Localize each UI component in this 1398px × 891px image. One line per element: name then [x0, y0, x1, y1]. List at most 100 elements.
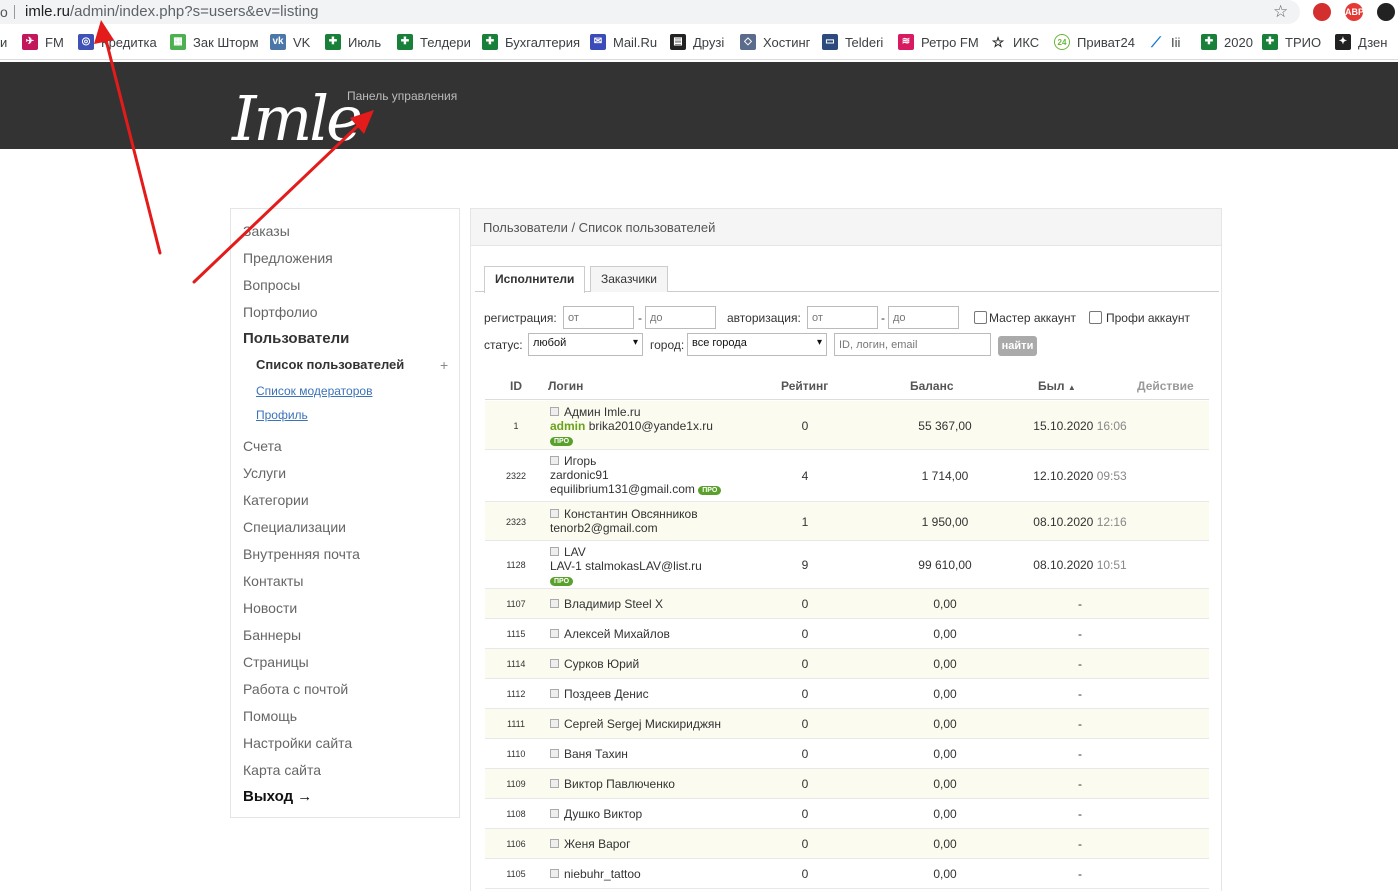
bookmark-16[interactable]: ✚ 2020	[1201, 34, 1253, 50]
table-row[interactable]: 1128 LAV LAV-1 stalmokasLAV@list.ru ПРО 9 99 …	[485, 541, 1209, 589]
user-login[interactable]: zardonic91	[550, 468, 609, 482]
profi-account-label[interactable]: Профи аккаунт	[1106, 311, 1190, 325]
column-rating[interactable]: Рейтинг	[781, 379, 828, 393]
bookmark-9[interactable]: ▤ Друзі	[670, 34, 724, 50]
sidebar-item-bills[interactable]: Счета	[243, 438, 282, 454]
city-select[interactable]: все города ▾	[687, 333, 827, 356]
user-name[interactable]: Алексей Михайлов	[564, 627, 670, 641]
sidebar-item-help[interactable]: Помощь	[243, 708, 297, 724]
table-row[interactable]: 1111 Сергей Sergej Мискириджян 0 0,00 -	[485, 709, 1209, 739]
user-login[interactable]: admin	[550, 419, 585, 433]
sidebar-subitem-profile[interactable]: Профиль	[256, 408, 308, 422]
user-name[interactable]: LAV	[564, 545, 586, 559]
extension-icon[interactable]	[1377, 3, 1395, 21]
user-name[interactable]: Виктор Павлюченко	[564, 777, 675, 791]
user-name[interactable]: Константин Овсянников	[564, 507, 698, 521]
sidebar-item-contacts[interactable]: Контакты	[243, 573, 303, 589]
column-login[interactable]: Логин	[548, 379, 583, 393]
master-account-label[interactable]: Мастер аккаунт	[989, 311, 1076, 325]
sidebar-item-specializations[interactable]: Специализации	[243, 519, 346, 535]
sidebar-item-services[interactable]: Услуги	[243, 465, 286, 481]
sidebar-item-sitemap[interactable]: Карта сайта	[243, 762, 321, 778]
user-name[interactable]: Игорь	[564, 454, 596, 468]
user-name[interactable]: Поздеев Денис	[564, 687, 649, 701]
table-row[interactable]: 1115 Алексей Михайлов 0 0,00 -	[485, 619, 1209, 649]
sidebar-item-offers[interactable]: Предложения	[243, 250, 333, 266]
authorization-to-input[interactable]	[888, 306, 959, 329]
login-cell: Сурков Юрий	[550, 657, 639, 671]
table-row[interactable]: 2322 Игорь zardonic91 equilibrium131@gmail.…	[485, 450, 1209, 502]
table-row[interactable]: 1106 Женя Варог 0 0,00 -	[485, 829, 1209, 859]
sidebar-item-categories[interactable]: Категории	[243, 492, 309, 508]
bookmark-1[interactable]: ✈ FM	[22, 34, 64, 50]
user-name[interactable]: Админ Imle.ru	[564, 405, 641, 419]
user-name[interactable]: Ваня Тахин	[564, 747, 628, 761]
bookmark-11[interactable]: ▭ Telderi	[822, 34, 883, 50]
block-hand-icon[interactable]	[1313, 3, 1331, 21]
table-row[interactable]: 1105 niebuhr_tattoo 0 0,00 -	[485, 859, 1209, 889]
tab-customers[interactable]: Заказчики	[590, 266, 668, 292]
bookmark-0[interactable]: и	[0, 34, 7, 50]
column-seen[interactable]: Был ▲	[1038, 379, 1076, 393]
sidebar-item-news[interactable]: Новости	[243, 600, 297, 616]
adblock-icon[interactable]: ABP	[1345, 3, 1364, 21]
bookmark-8[interactable]: ✉ Mail.Ru	[590, 34, 657, 50]
sidebar-item-site-settings[interactable]: Настройки сайта	[243, 735, 352, 751]
bookmark-10[interactable]: ◇ Хостинг	[740, 34, 810, 50]
bookmark-star-icon[interactable]: ☆	[1273, 2, 1288, 22]
logout-link[interactable]: Выход →	[243, 788, 312, 805]
sidebar-item-pages[interactable]: Страницы	[243, 654, 309, 670]
user-name[interactable]: niebuhr_tattoo	[564, 867, 641, 881]
master-account-checkbox[interactable]	[974, 311, 987, 324]
sidebar-item-orders[interactable]: Заказы	[243, 223, 290, 239]
table-row[interactable]: 1114 Сурков Юрий 0 0,00 -	[485, 649, 1209, 679]
bookmark-12[interactable]: ≋ Ретро FM	[898, 34, 979, 50]
site-logo[interactable]: Imle	[232, 84, 363, 154]
registration-from-input[interactable]	[563, 306, 634, 329]
bookmark-6[interactable]: ✚ Телдери	[397, 34, 471, 50]
address-pill[interactable]: o imle.ru/admin/index.php?s=users&ev=lis…	[0, 0, 1300, 24]
table-row[interactable]: 1112 Поздеев Денис 0 0,00 -	[485, 679, 1209, 709]
status-select[interactable]: любой ▾	[528, 333, 643, 356]
bookmark-13[interactable]: ☆ ИКС	[990, 34, 1039, 50]
sidebar-item-users[interactable]: Пользователи	[243, 330, 349, 347]
user-login[interactable]: LAV-1	[550, 559, 582, 573]
user-name[interactable]: Женя Варог	[564, 837, 630, 851]
user-name[interactable]: Сергей Sergej Мискириджян	[564, 717, 721, 731]
sidebar-item-banners[interactable]: Баннеры	[243, 627, 301, 643]
bookmark-3[interactable]: ▦ Зак Шторм	[170, 34, 259, 50]
registration-to-input[interactable]	[645, 306, 716, 329]
column-id[interactable]: ID	[510, 379, 522, 393]
user-name[interactable]: Сурков Юрий	[564, 657, 639, 671]
bookmark-18[interactable]: ✦ Дзен	[1335, 34, 1387, 50]
user-name[interactable]: Душко Виктор	[564, 807, 642, 821]
table-row[interactable]: 1109 Виктор Павлюченко 0 0,00 -	[485, 769, 1209, 799]
table-row[interactable]: 1110 Ваня Тахин 0 0,00 -	[485, 739, 1209, 769]
add-plus-icon[interactable]: +	[440, 357, 448, 373]
bookmark-5[interactable]: ✚ Июль	[325, 34, 381, 50]
sidebar-subitem-moderators[interactable]: Список модераторов	[256, 384, 372, 398]
bookmark-7[interactable]: ✚ Бухгалтерия	[482, 34, 580, 50]
sidebar-item-portfolio[interactable]: Портфолио	[243, 304, 318, 320]
table-row[interactable]: 1108 Душко Виктор 0 0,00 -	[485, 799, 1209, 829]
search-input[interactable]	[834, 333, 991, 356]
bookmark-15[interactable]: ⟋ Iii	[1148, 34, 1180, 50]
sidebar-item-internal-mail[interactable]: Внутренняя почта	[243, 546, 360, 562]
bookmark-4[interactable]: vk VK	[270, 34, 310, 50]
sidebar-subitem-user-list[interactable]: Список пользователей	[256, 357, 404, 372]
table-row[interactable]: 1107 Владимир Steel X 0 0,00 -	[485, 589, 1209, 619]
bookmark-17[interactable]: ✚ ТРИО	[1262, 34, 1321, 50]
table-row[interactable]: 1 Админ Imle.ru admin brika2010@yande1x.ru…	[485, 401, 1209, 450]
bookmark-14[interactable]: 24 Приват24	[1054, 34, 1135, 50]
sidebar-item-mail-work[interactable]: Работа с почтой	[243, 681, 348, 697]
table-row[interactable]: 2323 Константин Овсянников tenorb2@gmail.c…	[485, 502, 1209, 541]
authorization-from-input[interactable]	[807, 306, 878, 329]
bookmark-2[interactable]: ◎ Кредитка	[78, 34, 157, 50]
find-button[interactable]: найти	[998, 336, 1037, 356]
url-text[interactable]: imle.ru/admin/index.php?s=users&ev=listi…	[25, 3, 319, 20]
tab-performers[interactable]: Исполнители	[484, 266, 586, 293]
user-name[interactable]: Владимир Steel X	[564, 597, 663, 611]
profi-account-checkbox[interactable]	[1089, 311, 1102, 324]
sidebar-item-questions[interactable]: Вопросы	[243, 277, 300, 293]
column-balance[interactable]: Баланс	[910, 379, 954, 393]
